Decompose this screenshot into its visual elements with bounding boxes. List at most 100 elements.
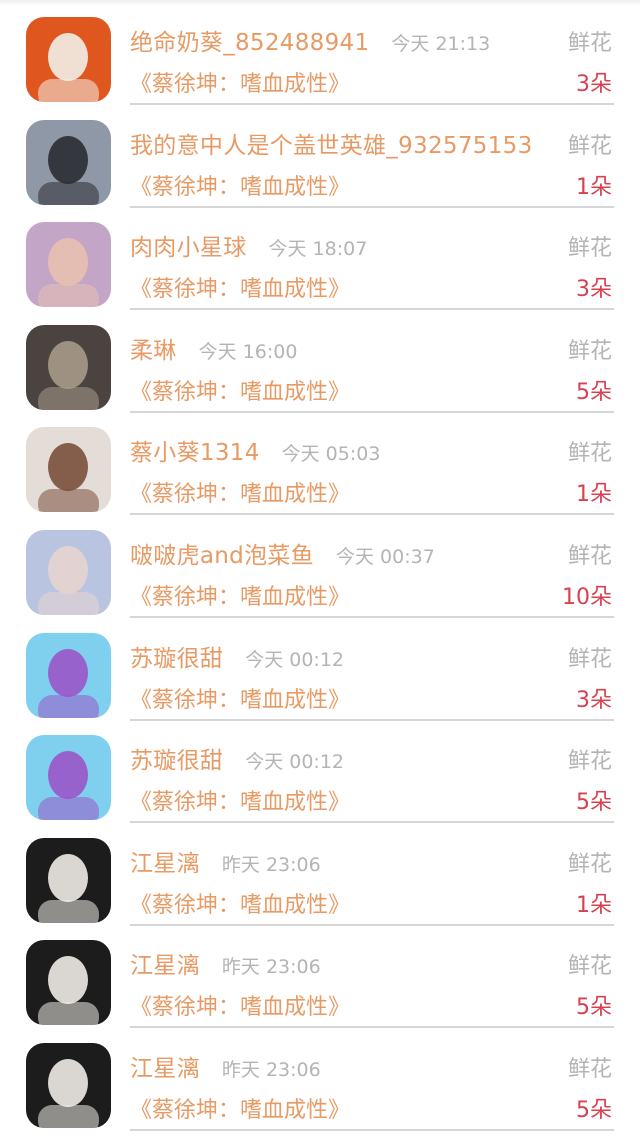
gift-count: 5朵 bbox=[576, 995, 612, 1021]
gift-count: 1朵 bbox=[576, 892, 612, 918]
divider bbox=[130, 1026, 614, 1029]
gift-type-label: 鲜花 bbox=[567, 236, 612, 262]
name-line: 苏璇很甜 今天 00:12 bbox=[130, 639, 344, 679]
boy-photo-avatar bbox=[26, 735, 111, 821]
book-title[interactable]: 《蔡徐坤：嗜血成性》 bbox=[130, 271, 350, 303]
avatar[interactable] bbox=[26, 530, 111, 615]
gift-type-label: 鲜花 bbox=[567, 338, 612, 364]
gift-count: 10朵 bbox=[562, 585, 612, 610]
avatar[interactable] bbox=[26, 119, 111, 205]
name-line: 苏璇很甜 今天 00:12 bbox=[130, 741, 344, 781]
name-line: 肉肉小星球 今天 18:07 bbox=[130, 228, 367, 268]
book-title[interactable]: 《蔡徐坤：嗜血成性》 bbox=[130, 169, 350, 201]
book-title[interactable]: 《蔡徐坤：嗜血成性》 bbox=[130, 784, 350, 816]
divider bbox=[130, 103, 614, 105]
avatar[interactable] bbox=[26, 1043, 111, 1128]
name-line: 我的意中人是个盖世英雄_932575153 bbox=[130, 126, 555, 166]
timestamp: 昨天 23:06 bbox=[221, 853, 321, 876]
gift-count: 1朵 bbox=[576, 482, 612, 508]
user-name[interactable]: 绝命奶葵_852488941 bbox=[130, 23, 369, 57]
gift-count: 3朵 bbox=[576, 687, 612, 713]
book-title[interactable]: 《蔡徐坤：嗜血成性》 bbox=[130, 989, 350, 1021]
list-item[interactable]: 绝命奶葵_852488941 今天 21:13 鲜花《蔡徐坤：嗜血成性》 3朵 bbox=[0, 5, 640, 107]
divider bbox=[130, 513, 614, 516]
avatar[interactable] bbox=[26, 324, 111, 410]
list-item[interactable]: 江星漓 昨天 23:06 鲜花《蔡徐坤：嗜血成性》 5朵 bbox=[0, 928, 640, 1030]
list-item[interactable]: 江星漓 昨天 23:06 鲜花《蔡徐坤：嗜血成性》 5朵 bbox=[0, 1031, 640, 1133]
list-item[interactable]: 我的意中人是个盖世英雄_932575153 鲜花《蔡徐坤：嗜血成性》 1朵 bbox=[0, 108, 640, 210]
gift-type-label: 鲜花 bbox=[567, 954, 612, 980]
gift-count: 5朵 bbox=[576, 379, 612, 405]
gift-type-label: 鲜花 bbox=[567, 133, 612, 159]
avatar[interactable] bbox=[26, 17, 111, 102]
name-line: 绝命奶葵_852488941 今天 21:13 bbox=[130, 23, 490, 63]
couple-photo-avatar bbox=[26, 530, 111, 615]
girl-photo-avatar bbox=[26, 940, 111, 1026]
gift-type-label: 鲜花 bbox=[567, 544, 612, 569]
divider bbox=[130, 410, 614, 413]
girl-photo-avatar bbox=[26, 837, 111, 923]
book-title[interactable]: 《蔡徐坤：嗜血成性》 bbox=[130, 374, 350, 406]
timestamp: 今天 21:13 bbox=[391, 33, 491, 55]
list-item[interactable]: 苏璇很甜 今天 00:12 鲜花 《蔡徐坤：嗜血成性》 5朵 bbox=[0, 723, 640, 825]
gift-count: 5朵 bbox=[576, 1098, 612, 1123]
book-title[interactable]: 《蔡徐坤：嗜血成性》 bbox=[130, 579, 350, 611]
boy-photo-avatar bbox=[26, 427, 111, 513]
gift-type-label: 鲜花 bbox=[567, 1057, 612, 1082]
gift-count: 3朵 bbox=[576, 72, 612, 97]
user-name[interactable]: 苏璇很甜 bbox=[130, 639, 223, 673]
timestamp: 昨天 23:06 bbox=[221, 1059, 321, 1081]
book-title[interactable]: 《蔡徐坤：嗜血成性》 bbox=[130, 1092, 350, 1124]
user-name[interactable]: 蔡小葵1314 bbox=[130, 433, 260, 467]
name-line: 柔琳 今天 16:00 bbox=[130, 331, 297, 371]
gift-type-label: 鲜花 bbox=[567, 646, 612, 672]
gift-ranking-page: 绝命奶葵_852488941 今天 21:13 鲜花 《蔡徐坤：嗜血成性》 3朵 我的意中… bbox=[0, 0, 640, 1144]
list-item[interactable]: 江星漓 昨天 23:06 鲜花 《蔡徐坤：嗜血成性》 1朵 bbox=[0, 826, 640, 928]
book-title[interactable]: 《蔡徐坤：嗜血成性》 bbox=[130, 476, 350, 508]
user-name[interactable]: 柔琳 bbox=[130, 331, 177, 365]
name-line: 江星漓 昨天 23:06 bbox=[130, 844, 321, 884]
divider bbox=[130, 308, 614, 311]
gift-type-label: 鲜花 bbox=[567, 749, 612, 775]
timestamp: 今天 16:00 bbox=[198, 340, 298, 363]
boy-photo-avatar bbox=[26, 632, 111, 718]
name-line: 啵啵虎and泡菜鱼 今天 00:37 bbox=[130, 536, 435, 576]
timestamp: 今天 00:37 bbox=[335, 546, 435, 568]
girl-photo-avatar bbox=[26, 222, 111, 308]
timestamp: 今天 00:12 bbox=[245, 648, 344, 671]
list-item[interactable]: 蔡小葵1314 今天 05:03 鲜花《蔡徐坤：嗜血成性》 1朵 bbox=[0, 415, 640, 517]
avatar[interactable] bbox=[26, 940, 111, 1026]
avatar[interactable] bbox=[26, 222, 111, 308]
name-line: 江星漓 昨天 23:06 bbox=[130, 1049, 321, 1089]
user-name[interactable]: 肉肉小星球 bbox=[130, 228, 247, 262]
book-title[interactable]: 《蔡徐坤：嗜血成性》 bbox=[130, 66, 350, 98]
user-name[interactable]: 江星漓 bbox=[130, 1049, 200, 1083]
divider bbox=[130, 205, 614, 208]
gift-type-label: 鲜花 bbox=[567, 441, 612, 467]
cat-photo-avatar bbox=[26, 324, 111, 410]
name-line: 蔡小葵1314 今天 05:03 bbox=[130, 433, 380, 473]
avatar[interactable] bbox=[26, 632, 111, 718]
user-name[interactable]: 苏璇很甜 bbox=[130, 741, 223, 775]
book-title[interactable]: 《蔡徐坤：嗜血成性》 bbox=[130, 682, 350, 714]
timestamp: 今天 00:12 bbox=[245, 751, 344, 774]
list-item[interactable]: 柔琳 今天 16:00 鲜花《蔡徐坤：嗜血成性》 5朵 bbox=[0, 313, 640, 415]
list-item[interactable]: 啵啵虎and泡菜鱼 今天 00:37 鲜花《蔡徐坤：嗜血成性》 10朵 bbox=[0, 518, 640, 620]
gift-count: 3朵 bbox=[576, 277, 612, 303]
gift-type-label: 鲜花 bbox=[567, 31, 612, 56]
list-item[interactable]: 苏璇很甜 今天 00:12 鲜花《蔡徐坤：嗜血成性》 3朵 bbox=[0, 621, 640, 723]
list-item[interactable]: 肉肉小星球 今天 18:07 鲜花《蔡徐坤：嗜血成性》 3朵 bbox=[0, 210, 640, 312]
book-title[interactable]: 《蔡徐坤：嗜血成性》 bbox=[130, 887, 350, 919]
user-name[interactable]: 啵啵虎and泡菜鱼 bbox=[130, 536, 314, 570]
divider bbox=[130, 923, 614, 926]
timestamp: 昨天 23:06 bbox=[221, 956, 321, 979]
girl-photo-avatar bbox=[26, 1043, 111, 1128]
gift-count: 1朵 bbox=[576, 174, 612, 200]
user-name[interactable]: 江星漓 bbox=[130, 946, 200, 980]
avatar[interactable] bbox=[26, 427, 111, 513]
user-name[interactable]: 江星漓 bbox=[130, 844, 200, 878]
avatar[interactable] bbox=[26, 837, 111, 923]
divider bbox=[130, 718, 614, 721]
user-name[interactable]: 我的意中人是个盖世英雄_932575153 bbox=[130, 126, 533, 160]
avatar[interactable] bbox=[26, 735, 111, 821]
